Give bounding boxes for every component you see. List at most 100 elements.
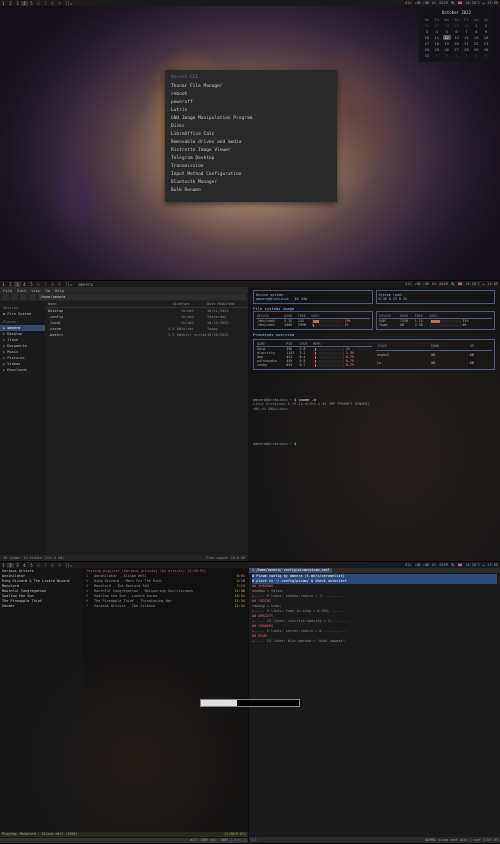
- launcher-item[interactable]: Transmission: [171, 163, 331, 171]
- launcher-item[interactable]: LibreOffice Calc: [171, 131, 331, 139]
- calendar-day[interactable]: 15: [472, 35, 480, 40]
- workspace-tag-2[interactable]: 2: [7, 563, 14, 568]
- table-row: conky8540.7[] 0.7%: [256, 363, 372, 367]
- calendar-day[interactable]: 3: [423, 29, 431, 34]
- editor-tab[interactable]: 1 /home/omnera/.config/picom/picom.conf: [249, 568, 332, 573]
- progress-bar: [200, 699, 300, 707]
- path-bar[interactable]: /home/omnera: [38, 294, 246, 300]
- workspace-tag-5[interactable]: 5: [28, 282, 35, 287]
- workspace-tag-1[interactable]: 1: [0, 563, 7, 568]
- launcher-item[interactable]: Disks: [171, 123, 331, 131]
- track-row[interactable]: 7Various Artists - The Silence12:42: [86, 604, 245, 609]
- calendar-day[interactable]: 24: [423, 47, 431, 52]
- calendar-widget: October 2022 MoTuWeThFrSaSu2627282930123…: [419, 7, 494, 62]
- workspace-tag-9[interactable]: 9: [56, 1, 63, 6]
- launcher-item[interactable]: Removable drives and media: [171, 139, 331, 147]
- menu-file[interactable]: File: [3, 288, 12, 293]
- menu-go[interactable]: Go: [45, 288, 50, 293]
- launcher-item[interactable]: Thunar File Manager: [171, 83, 331, 91]
- calendar-day[interactable]: 2: [482, 23, 490, 28]
- calendar-day[interactable]: 9: [482, 29, 490, 34]
- calendar-day[interactable]: 19: [443, 41, 451, 46]
- column-header[interactable]: Type: [181, 302, 207, 306]
- workspace-tag-5[interactable]: 5: [28, 1, 35, 6]
- calendar-day[interactable]: 22: [472, 41, 480, 46]
- workspace-tag-5[interactable]: 5: [28, 563, 35, 568]
- sidebar-item[interactable]: ▸ Downloads: [3, 367, 42, 373]
- calendar-day[interactable]: 5: [443, 29, 451, 34]
- calendar-day[interactable]: 26: [443, 47, 451, 52]
- menu-view[interactable]: View: [31, 288, 40, 293]
- workspace-tag-8[interactable]: 8: [49, 563, 56, 568]
- workspace-tag-8[interactable]: 8: [49, 1, 56, 6]
- calendar-day[interactable]: 25: [433, 47, 441, 52]
- launcher-item[interactable]: poweroff: [171, 99, 331, 107]
- sidebar-item[interactable]: ⊡ File System: [3, 311, 42, 317]
- workspace-tag-8[interactable]: 8: [49, 282, 56, 287]
- home-button[interactable]: [29, 294, 36, 300]
- calendar-day[interactable]: 29: [472, 47, 480, 52]
- calendar-day[interactable]: 20: [453, 41, 461, 46]
- launcher-item[interactable]: Input Method Configuration: [171, 171, 331, 179]
- launcher-item[interactable]: reboot: [171, 91, 331, 99]
- workspace-tag-4[interactable]: 4: [21, 563, 28, 568]
- workspace-tag-7[interactable]: 7: [42, 563, 49, 568]
- menu-help[interactable]: Help: [55, 288, 64, 293]
- calendar-day[interactable]: 28: [462, 47, 470, 52]
- calendar-day[interactable]: 6: [453, 29, 461, 34]
- fm-file-list[interactable]: NameSizeTypeDate Modified Desktopfolder1…: [45, 301, 248, 555]
- layout-indicator[interactable]: []=: [65, 282, 72, 287]
- workspace-tag-7[interactable]: 7: [42, 282, 49, 287]
- launcher-item[interactable]: GNU Image Manipulation Program: [171, 115, 331, 123]
- workspace-tag-4[interactable]: 4: [21, 1, 28, 6]
- calendar-day[interactable]: 4: [433, 29, 441, 34]
- launcher-item[interactable]: Bluetooth Manager: [171, 179, 331, 187]
- calendar-day[interactable]: 23: [482, 41, 490, 46]
- workspace-tag-7[interactable]: 7: [42, 1, 49, 6]
- workspace-tag-6[interactable]: 6: [35, 282, 42, 287]
- calendar-day[interactable]: 10: [423, 35, 431, 40]
- column-header[interactable]: Size: [157, 302, 181, 306]
- column-header[interactable]: Date Modified: [207, 302, 245, 306]
- file-row[interactable]: .bashrc3.9 kBshell script10/10/2022: [45, 332, 248, 338]
- calendar-day[interactable]: 12: [443, 35, 451, 40]
- calendar-day[interactable]: 17: [423, 41, 431, 46]
- calendar-day[interactable]: 18: [433, 41, 441, 46]
- up-button[interactable]: [20, 294, 27, 300]
- launcher-item[interactable]: Bulk Rename: [171, 187, 331, 195]
- calendar-day[interactable]: 21: [462, 41, 470, 46]
- launcher-item[interactable]: Telegram Desktop: [171, 155, 331, 163]
- workspace-tag-3[interactable]: 3: [14, 282, 21, 287]
- workspace-tag-9[interactable]: 9: [56, 563, 63, 568]
- calendar-day[interactable]: 1: [472, 23, 480, 28]
- workspace-tag-6[interactable]: 6: [35, 563, 42, 568]
- workspace-tag-9[interactable]: 9: [56, 282, 63, 287]
- layout-indicator[interactable]: []=: [65, 563, 72, 568]
- workspace-tag-1[interactable]: 1: [0, 1, 7, 6]
- workspace-tag-3[interactable]: 3: [14, 1, 21, 6]
- calendar-day[interactable]: 31: [423, 53, 431, 58]
- launcher-item[interactable]: Lutris: [171, 107, 331, 115]
- workspace-tag-3[interactable]: 3: [14, 563, 21, 568]
- workspace-tag-6[interactable]: 6: [35, 1, 42, 6]
- artist-item[interactable]: Xandar: [2, 604, 81, 609]
- menu-edit[interactable]: Edit: [17, 288, 26, 293]
- workspace-tag-4[interactable]: 4: [21, 282, 28, 287]
- calendar-day[interactable]: 27: [453, 47, 461, 52]
- workspace-tag-2[interactable]: 2: [7, 1, 14, 6]
- calendar-day[interactable]: 16: [482, 35, 490, 40]
- workspace-tag-2[interactable]: 2: [7, 282, 14, 287]
- workspace-tag-1[interactable]: 1: [0, 282, 7, 287]
- layout-indicator[interactable]: []=: [65, 1, 72, 6]
- back-button[interactable]: [2, 294, 9, 300]
- column-header[interactable]: Name: [48, 302, 157, 306]
- calendar-day[interactable]: 14: [462, 35, 470, 40]
- calendar-day[interactable]: 11: [433, 35, 441, 40]
- status-vol: 41%: [405, 563, 411, 567]
- calendar-day[interactable]: 7: [462, 29, 470, 34]
- launcher-item[interactable]: Ristretto Image Viewer: [171, 147, 331, 155]
- calendar-day[interactable]: 30: [482, 47, 490, 52]
- calendar-day[interactable]: 13: [453, 35, 461, 40]
- forward-button[interactable]: [11, 294, 18, 300]
- calendar-day[interactable]: 8: [472, 29, 480, 34]
